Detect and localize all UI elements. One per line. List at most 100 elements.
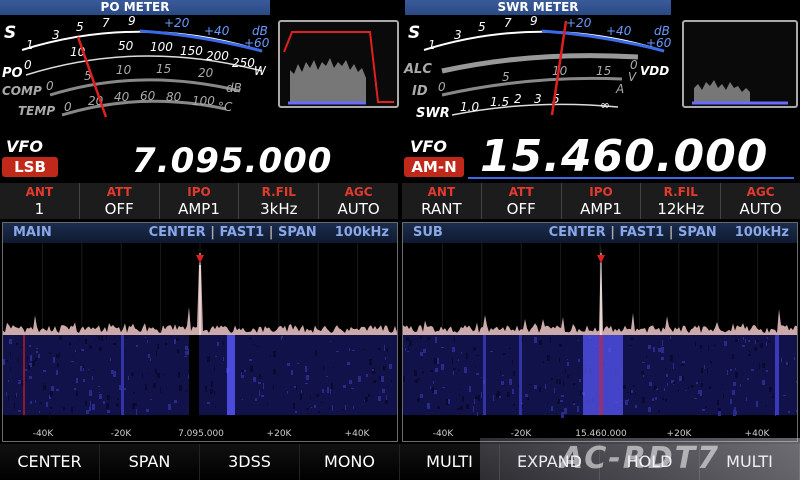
main-scope-axis: -40K -20K 7.095.000 +20K +40K	[3, 428, 397, 441]
axis-label: 15.460.000	[575, 429, 627, 439]
main-frequency[interactable]: 7.095.000	[132, 141, 332, 181]
po-tick: 100	[150, 40, 173, 54]
sub-spectrum-waterfall[interactable]	[403, 243, 797, 428]
main-mode-badge[interactable]: LSB	[2, 157, 58, 177]
sub-scope-header: SUB CENTER | FAST1 | SPAN 100kHz	[403, 223, 797, 243]
temp-tick: 40	[114, 90, 130, 104]
sub-ipo-setting[interactable]: IPO AMP1	[562, 183, 642, 219]
axis-label: -20K	[110, 429, 132, 439]
sub-vfo-label: VFO	[410, 137, 447, 156]
swr-meter[interactable]: S 1 3 5 7 9 +20 +40 +60 dB ALC 0 V VDD I…	[402, 15, 674, 120]
po-unit: W	[254, 64, 267, 78]
swr-tick: ∞	[600, 98, 610, 112]
main-ipo-setting[interactable]: IPO AMP1	[160, 183, 240, 219]
main-agc-setting[interactable]: AGC AUTO	[319, 183, 398, 219]
multi-key[interactable]: MULTI	[400, 444, 500, 480]
id-tick: 15	[596, 64, 611, 78]
po-meter[interactable]: S 1 3 5 7 9 +20 +40 +60 dB PO 0 10 50 10…	[0, 15, 272, 120]
s-tick: +60	[646, 36, 672, 50]
setting-value: OFF	[506, 200, 536, 218]
scope-speed: FAST1	[219, 225, 265, 240]
sub-att-setting[interactable]: ATT OFF	[482, 183, 562, 219]
po-tick: 150	[180, 44, 203, 58]
setting-value: OFF	[104, 200, 134, 218]
setting-label: AGC	[344, 185, 373, 199]
s-tick: +40	[606, 24, 632, 38]
main-ant-setting[interactable]: ANT 1	[0, 183, 80, 219]
setting-value: 12kHz	[657, 200, 705, 218]
hold-key[interactable]: HOLD	[600, 444, 700, 480]
sub-scope-title: SUB	[413, 225, 443, 240]
s-tick: 3	[454, 28, 462, 42]
center-key[interactable]: CENTER	[0, 444, 100, 480]
mono-key[interactable]: MONO	[300, 444, 400, 480]
span-key[interactable]: SPAN	[100, 444, 200, 480]
sub-scope-axis: -40K -20K 15.460.000 +20K +40K	[403, 428, 797, 441]
id-tick: 0	[438, 80, 446, 94]
setting-value: RANT	[421, 200, 462, 218]
setting-value: AMP1	[580, 200, 622, 218]
id-tick: 5	[502, 70, 510, 84]
scope-span-label: SPAN	[678, 225, 717, 240]
setting-label: ATT	[508, 185, 534, 199]
main-scope-title: MAIN	[13, 225, 52, 240]
temp-tick: 60	[140, 89, 156, 103]
main-scope-panel[interactable]: MAIN CENTER | FAST1 | SPAN 100kHz -40K -…	[2, 222, 398, 442]
main-att-setting[interactable]: ATT OFF	[80, 183, 160, 219]
s-unit: dB	[252, 24, 268, 38]
setting-value: 3kHz	[260, 200, 298, 218]
axis-label: +20K	[266, 429, 292, 439]
temp-label: TEMP	[18, 104, 55, 118]
setting-label: R.FIL	[663, 185, 698, 199]
sub-scope-panel[interactable]: SUB CENTER | FAST1 | SPAN 100kHz -40K -2…	[402, 222, 798, 442]
setting-value: AUTO	[337, 200, 380, 218]
axis-label: -40K	[32, 429, 54, 439]
sub-rfil-setting[interactable]: R.FIL 12kHz	[641, 183, 722, 219]
s-tick: +20	[566, 16, 592, 30]
main-scope-header: MAIN CENTER | FAST1 | SPAN 100kHz	[3, 223, 397, 243]
scope-span-label: SPAN	[278, 225, 317, 240]
multi-key-2[interactable]: MULTI	[700, 444, 800, 480]
axis-label: -20K	[510, 429, 532, 439]
setting-label: ANT	[25, 185, 54, 199]
setting-label: IPO	[589, 185, 613, 199]
s-unit: dB	[654, 24, 670, 38]
po-tick: 250	[232, 56, 255, 70]
temp-tick: 0	[64, 100, 72, 114]
sub-frequency[interactable]: 15.460.000	[480, 131, 768, 182]
vdd-unit: V	[628, 70, 637, 84]
setting-label: R.FIL	[261, 185, 296, 199]
axis-label: -40K	[432, 429, 454, 439]
s-meter-label: S	[408, 23, 420, 43]
id-unit: A	[615, 82, 624, 96]
axis-label: 7.095.000	[178, 429, 224, 439]
main-spectrum-waterfall[interactable]	[3, 243, 397, 428]
setting-label: ANT	[427, 185, 456, 199]
scope-span-value: 100kHz	[334, 225, 389, 240]
axis-label: +40K	[344, 429, 370, 439]
sub-agc-setting[interactable]: AGC AUTO	[721, 183, 800, 219]
s-tick: +40	[204, 24, 230, 38]
setting-label: IPO	[187, 185, 211, 199]
comp-tick: 10	[116, 63, 132, 77]
scope-mode: CENTER	[148, 225, 206, 240]
swr-tick: 1.0	[460, 100, 479, 114]
s-tick: 9	[128, 15, 136, 28]
temp-unit: °C	[218, 100, 233, 114]
swr-meter-title: SWR METER	[405, 0, 671, 15]
sub-ant-setting[interactable]: ANT RANT	[402, 183, 482, 219]
axis-label: +40K	[744, 429, 770, 439]
scope-speed: FAST1	[619, 225, 665, 240]
s-tick: 5	[76, 20, 84, 34]
main-rfil-setting[interactable]: R.FIL 3kHz	[239, 183, 320, 219]
s-meter-label: S	[4, 23, 16, 43]
sub-mode-badge[interactable]: AM-N	[404, 157, 464, 177]
expand-key[interactable]: EXPAND	[500, 444, 600, 480]
po-tick: 200	[206, 49, 229, 63]
s-tick: +20	[164, 16, 190, 30]
s-tick: 7	[504, 16, 512, 30]
comp-label: COMP	[2, 84, 42, 98]
comp-tick: 15	[156, 62, 171, 76]
3dss-key[interactable]: 3DSS	[200, 444, 300, 480]
swr-tick: 1.5	[490, 95, 509, 109]
